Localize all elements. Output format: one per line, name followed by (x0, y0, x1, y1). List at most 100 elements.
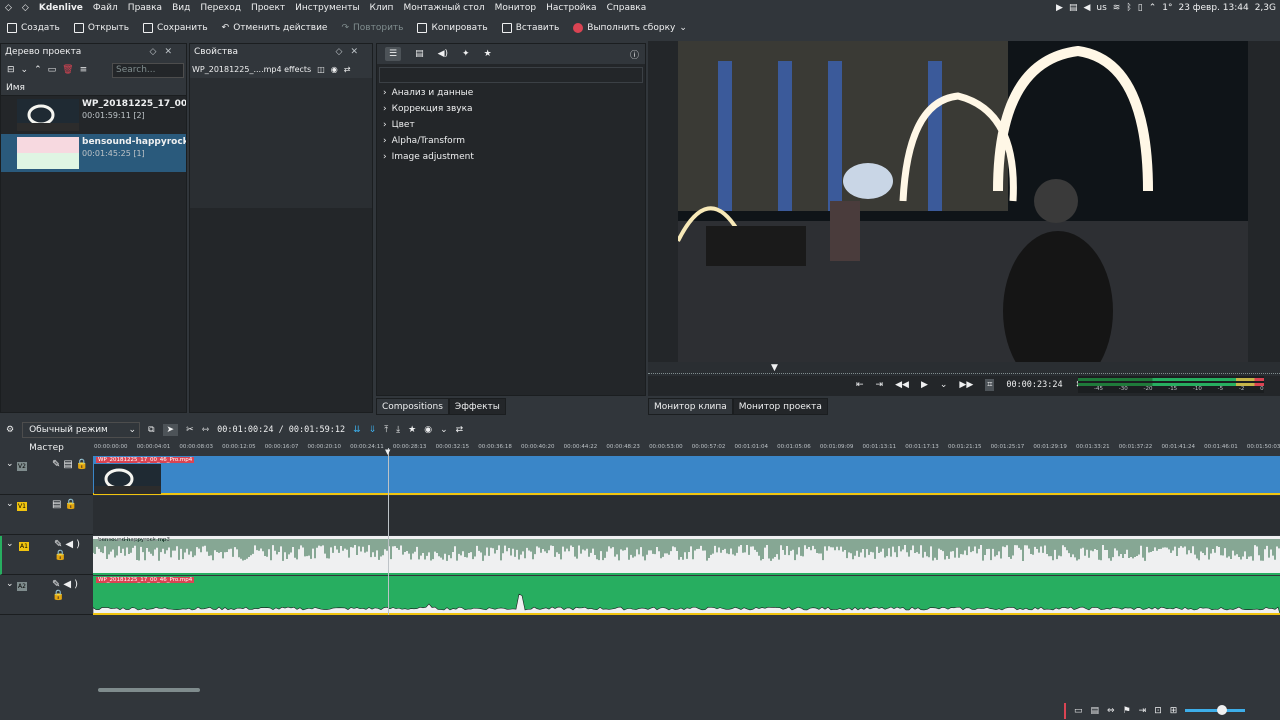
undo-button[interactable]: ↶ Отменить действие (215, 23, 335, 33)
playhead-marker[interactable]: ▼ (385, 448, 390, 456)
menu-project[interactable]: Проект (246, 3, 290, 13)
spacer-tool-icon[interactable]: ⧉ (148, 425, 154, 435)
thumbnail-mode-icon[interactable]: ▭ (1074, 706, 1083, 716)
custom-effects-icon[interactable]: ✦ (462, 49, 470, 59)
wifi-icon[interactable]: ≋ (1113, 3, 1121, 13)
menu-tools[interactable]: Инструменты (290, 3, 364, 13)
edit-mode-select[interactable]: Обычный режим ⌄ (22, 422, 141, 438)
render-button[interactable]: Выполнить сборку ⌄ (566, 23, 694, 33)
tab-project-monitor[interactable]: Монитор проекта (732, 398, 828, 415)
track-controls[interactable]: ✎◀)🔒 (54, 539, 93, 561)
chevron-down-icon[interactable]: ⌄ (21, 65, 29, 75)
menu-edit[interactable]: Правка (123, 3, 167, 13)
list-item[interactable]: bensound-happyrock.mp3 00:01:45:25 [1] (1, 134, 186, 172)
zoom-fit-icon[interactable]: ⇥ (1139, 706, 1147, 716)
set-out-icon[interactable]: ⇥ (876, 380, 884, 390)
effect-category[interactable]: › Alpha/Transform (377, 133, 645, 149)
zoom-handle[interactable] (1217, 705, 1228, 715)
menu-monitor[interactable]: Монитор (490, 3, 541, 13)
slip-tool-icon[interactable]: ⇿ (202, 425, 210, 435)
zoom-slider[interactable] (1185, 705, 1246, 715)
video-clip[interactable]: WP_20181225_17_00_46_Pro.mp4 (93, 456, 1280, 495)
menu-settings[interactable]: Настройка (541, 3, 602, 13)
paste-button[interactable]: Вставить (495, 23, 567, 33)
effect-category[interactable]: › Цвет (377, 117, 645, 133)
volume-icon[interactable]: ◀ (1083, 3, 1090, 13)
menu-view[interactable]: Вид (167, 3, 195, 13)
menu-icon[interactable]: ≡ (80, 65, 88, 75)
effect-category[interactable]: › Коррекция звука (377, 101, 645, 117)
add-clip-icon[interactable]: ⊟ (7, 65, 15, 75)
effects-search-input[interactable] (379, 67, 643, 83)
audio-clip[interactable]: WP_20181225_17_00_46_Pro.mp4 (93, 576, 1280, 615)
menu-timeline[interactable]: Монтажный стол (398, 3, 489, 13)
effect-category[interactable]: › Image adjustment (377, 149, 645, 165)
overwrite-icon[interactable]: ⇊ (353, 425, 361, 435)
video-preview[interactable] (678, 41, 1248, 362)
keyboard-layout[interactable]: us (1096, 3, 1106, 13)
delete-icon[interactable]: 🗑 (62, 65, 73, 75)
folder-add-icon[interactable]: ▭ (48, 65, 57, 75)
list-view-icon[interactable]: ☰ (385, 47, 402, 61)
track-controls[interactable]: ✎▤🔒 (52, 459, 91, 470)
redo-button[interactable]: ↷ Повторить (334, 23, 410, 33)
video-effects-icon[interactable]: ▤ (415, 49, 424, 59)
search-input[interactable]: Search... (112, 62, 184, 78)
playhead[interactable] (388, 448, 389, 615)
menu-file[interactable]: Файл (88, 3, 123, 13)
track-header-a1[interactable]: ⌄ A1 ✎◀)🔒 (0, 536, 93, 575)
lift-icon[interactable]: ⤒ (384, 425, 388, 435)
track-header-v1[interactable]: ⌄ V1 ▤🔒 (0, 496, 93, 535)
save-button[interactable]: Сохранить (136, 23, 215, 33)
chevron-down-icon[interactable]: ⌄ (440, 425, 448, 435)
eye-icon[interactable]: ◉ (331, 65, 338, 74)
timeline-scrollbar[interactable] (98, 688, 200, 692)
copy-button[interactable]: Копировать (410, 23, 494, 33)
crop-icon[interactable]: ⌗ (985, 379, 995, 391)
up-icon[interactable]: ⌃ (34, 65, 42, 75)
extract-icon[interactable]: ⤓ (396, 425, 400, 435)
play-tray-icon[interactable]: ▶ (1056, 3, 1063, 13)
zoom-in-icon[interactable]: ⊞ (1170, 706, 1178, 716)
dock-buttons[interactable]: ◇✕ (336, 47, 372, 57)
compare-icon[interactable]: ◫ (317, 65, 325, 74)
timeline-ruler[interactable]: 00:00:00:00 00:00:04:01 00:00:08:03 00:00:1… (93, 441, 1280, 455)
settings-icon[interactable]: ⇄ (344, 65, 351, 74)
info-icon[interactable]: ⓘ (630, 48, 639, 61)
audio-clip[interactable]: bensound-happyrock.mp3 (93, 536, 1280, 575)
set-in-icon[interactable]: ⇤ (856, 380, 864, 390)
empty-track[interactable] (93, 496, 1280, 535)
forward-icon[interactable]: ▶▶ (959, 380, 973, 390)
collapse-icon[interactable]: ⌄ (6, 539, 14, 549)
track-header-a2[interactable]: ⌄ A2 ✎◀)🔒 (0, 576, 93, 615)
menu-help[interactable]: Справка (602, 3, 652, 13)
create-button[interactable]: Создать (0, 23, 67, 33)
name-column-header[interactable]: Имя (1, 80, 186, 96)
marker-icon[interactable]: ⚑ (1123, 706, 1131, 716)
zoom-out-icon[interactable]: ⊡ (1154, 706, 1162, 716)
chevron-down-icon[interactable]: ⌄ (940, 380, 948, 390)
track-controls[interactable]: ✎◀)🔒 (52, 579, 93, 601)
tab-effects[interactable]: Эффекты (448, 398, 506, 415)
menu-transition[interactable]: Переход (195, 3, 246, 13)
monitor-ruler[interactable]: ▼ (648, 362, 1280, 376)
select-tool-icon[interactable]: ➤ (162, 424, 179, 436)
razor-tool-icon[interactable]: ✂ (186, 425, 194, 435)
play-icon[interactable]: ▶ (921, 380, 928, 390)
battery-icon[interactable]: ▯ (1138, 3, 1143, 13)
collapse-icon[interactable]: ⌄ (6, 459, 14, 469)
collapse-icon[interactable]: ⌄ (6, 499, 14, 509)
tab-compositions[interactable]: Compositions (376, 398, 449, 415)
menu-clip[interactable]: Клип (365, 3, 399, 13)
rewind-icon[interactable]: ◀◀ (895, 380, 909, 390)
monitor-timecode[interactable]: 00:00:23:24 (1006, 380, 1062, 390)
dock-buttons[interactable]: ◇✕ (150, 47, 186, 57)
insert-icon[interactable]: ⇓ (369, 425, 377, 435)
audio-effects-icon[interactable]: ◀) (438, 49, 448, 59)
favorite-icon[interactable]: ★ (484, 49, 492, 59)
chevron-down-icon[interactable]: ⌄ (679, 23, 687, 33)
tab-clip-monitor[interactable]: Монитор клипа (648, 398, 733, 415)
timeline-settings-icon[interactable]: ⚙ (6, 425, 14, 435)
track-controls[interactable]: ▤🔒 (52, 499, 80, 510)
bluetooth-icon[interactable]: ᛒ (1126, 3, 1131, 13)
